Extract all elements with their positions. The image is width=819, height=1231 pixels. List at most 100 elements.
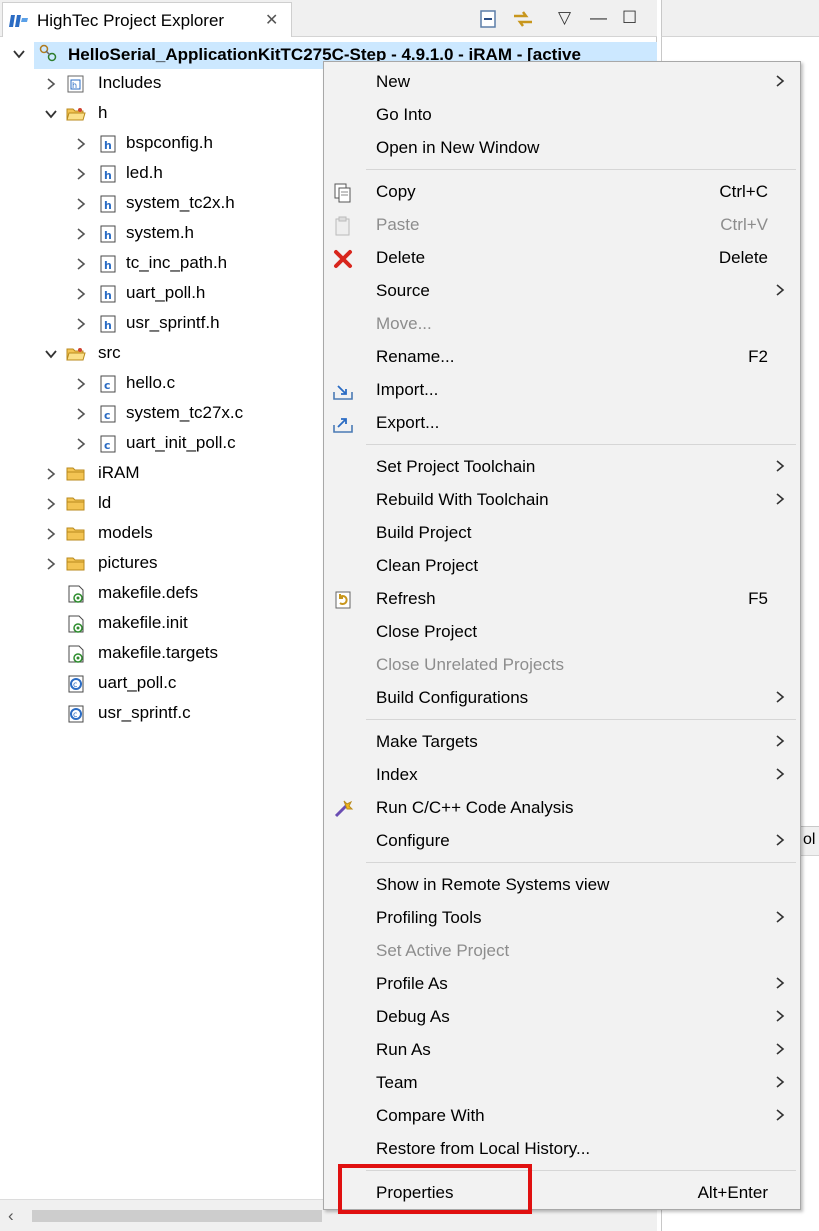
tree-item-label: pictures xyxy=(98,553,158,572)
paste-icon xyxy=(335,216,350,236)
menu-item-close-project[interactable]: Close Project xyxy=(324,615,800,648)
menu-item-source[interactable]: Source xyxy=(324,274,800,307)
svg-text:h: h xyxy=(104,259,112,272)
makefile-icon xyxy=(68,615,84,633)
chevron-right-icon[interactable] xyxy=(74,197,88,211)
chevron-right-icon[interactable] xyxy=(44,557,58,571)
menu-item-export[interactable]: Export... xyxy=(324,406,800,439)
partial-tab-text: ol xyxy=(803,831,816,848)
menu-separator xyxy=(366,862,796,863)
chevron-right-icon[interactable] xyxy=(74,377,88,391)
menu-item-import[interactable]: Import... xyxy=(324,373,800,406)
chevron-right-icon[interactable] xyxy=(74,437,88,451)
menu-item-restore-from-local-history[interactable]: Restore from Local History... xyxy=(324,1132,800,1165)
chevron-right-icon[interactable] xyxy=(44,497,58,511)
tree-item-label: hello.c xyxy=(126,373,176,392)
menu-item-label: Export... xyxy=(376,413,440,432)
menu-item-debug-as[interactable]: Debug As xyxy=(324,1000,800,1033)
tree-item-label: makefile.init xyxy=(98,613,188,632)
collapse-all-icon[interactable] xyxy=(478,8,500,30)
tree-item-label: iRAM xyxy=(98,463,140,482)
view-tab-project-explorer[interactable]: HighTec Project Explorer ✕ xyxy=(2,2,292,37)
header-file-icon: h xyxy=(100,135,116,153)
menu-item-build-project[interactable]: Build Project xyxy=(324,516,800,549)
menu-item-new[interactable]: New xyxy=(324,65,800,98)
menu-item-close-unrelated-projects[interactable]: Close Unrelated Projects xyxy=(324,648,800,681)
menu-item-label: Move... xyxy=(376,314,432,333)
menu-item-clean-project[interactable]: Clean Project xyxy=(324,549,800,582)
svg-text:h: h xyxy=(104,289,112,302)
menu-item-rebuild-with-toolchain[interactable]: Rebuild With Toolchain xyxy=(324,483,800,516)
chevron-right-icon[interactable] xyxy=(44,77,58,91)
scroll-left-icon[interactable]: ‹ xyxy=(8,1206,14,1226)
menu-item-set-active-project[interactable]: Set Active Project xyxy=(324,934,800,967)
menu-item-label: Set Project Toolchain xyxy=(376,457,536,476)
submenu-arrow-icon xyxy=(776,834,785,846)
link-editor-icon[interactable] xyxy=(510,8,536,30)
menu-item-label: Configure xyxy=(376,831,450,850)
menu-item-label: Profiling Tools xyxy=(376,908,482,927)
svg-text:c: c xyxy=(73,680,77,689)
menu-item-team[interactable]: Team xyxy=(324,1066,800,1099)
svg-text:h: h xyxy=(104,319,112,332)
menu-item-move[interactable]: Move... xyxy=(324,307,800,340)
submenu-arrow-icon xyxy=(776,284,785,296)
menu-item-compare-with[interactable]: Compare With xyxy=(324,1099,800,1132)
menu-item-make-targets[interactable]: Make Targets xyxy=(324,725,800,758)
menu-item-label: Build Project xyxy=(376,523,472,542)
maximize-icon[interactable]: ☐ xyxy=(622,8,637,30)
menu-item-shortcut: Ctrl+V xyxy=(720,215,768,234)
header-file-icon: h xyxy=(100,285,116,303)
tree-item-label: system_tc2x.h xyxy=(126,193,235,212)
view-menu-icon[interactable]: ▽ xyxy=(558,8,571,30)
menu-item-run-c-c-code-analysis[interactable]: Run C/C++ Code Analysis xyxy=(324,791,800,824)
chevron-right-icon[interactable] xyxy=(44,527,58,541)
menu-item-delete[interactable]: Delete Delete xyxy=(324,241,800,274)
chevron-down-icon[interactable] xyxy=(44,347,58,361)
scrollbar-thumb[interactable] xyxy=(32,1210,322,1222)
project-icon xyxy=(39,44,57,62)
tree-item-label: system.h xyxy=(126,223,195,242)
menu-item-paste[interactable]: Paste Ctrl+V xyxy=(324,208,800,241)
submenu-arrow-icon xyxy=(776,768,785,780)
menu-item-profile-as[interactable]: Profile As xyxy=(324,967,800,1000)
menu-item-copy[interactable]: Copy Ctrl+C xyxy=(324,175,800,208)
menu-item-label: Paste xyxy=(376,215,420,234)
menu-item-label: Build Configurations xyxy=(376,688,529,707)
chevron-right-icon[interactable] xyxy=(74,287,88,301)
menu-item-open-in-new-window[interactable]: Open in New Window xyxy=(324,131,800,164)
makefile-icon xyxy=(68,585,84,603)
chevron-right-icon[interactable] xyxy=(74,407,88,421)
menu-item-build-configurations[interactable]: Build Configurations xyxy=(324,681,800,714)
chevron-down-icon[interactable] xyxy=(44,107,58,121)
header-file-icon: h xyxy=(100,225,116,243)
tree-item-label: uart_poll.c xyxy=(98,673,177,692)
minimize-icon[interactable]: — xyxy=(590,8,607,30)
hightec-logo-icon xyxy=(9,15,28,27)
menu-item-profiling-tools[interactable]: Profiling Tools xyxy=(324,901,800,934)
menu-item-configure[interactable]: Configure xyxy=(324,824,800,857)
chevron-right-icon[interactable] xyxy=(74,137,88,151)
close-icon[interactable]: ✕ xyxy=(265,10,278,30)
menu-item-index[interactable]: Index xyxy=(324,758,800,791)
chevron-right-icon[interactable] xyxy=(44,467,58,481)
chevron-down-icon[interactable] xyxy=(12,47,26,61)
menu-item-run-as[interactable]: Run As xyxy=(324,1033,800,1066)
menu-item-go-into[interactable]: Go Into xyxy=(324,98,800,131)
tree-item-label: models xyxy=(98,523,153,542)
import-icon xyxy=(333,385,353,400)
menu-item-shortcut: Alt+Enter xyxy=(697,1183,768,1202)
menu-item-refresh[interactable]: Refresh F5 xyxy=(324,582,800,615)
menu-item-set-project-toolchain[interactable]: Set Project Toolchain xyxy=(324,450,800,483)
context-menu: New Go Into Open in New Window Copy Ctrl+C Pa… xyxy=(323,61,801,1210)
menu-item-rename[interactable]: Rename... F2 xyxy=(324,340,800,373)
chevron-right-icon[interactable] xyxy=(74,167,88,181)
menu-item-label: Index xyxy=(376,765,418,784)
menu-item-label: Delete xyxy=(376,248,426,267)
chevron-right-icon[interactable] xyxy=(74,257,88,271)
tree-item-label: h xyxy=(98,103,108,122)
chevron-right-icon[interactable] xyxy=(74,317,88,331)
chevron-right-icon[interactable] xyxy=(74,227,88,241)
menu-item-label: Run As xyxy=(376,1040,431,1059)
menu-item-show-in-remote-systems-view[interactable]: Show in Remote Systems view xyxy=(324,868,800,901)
